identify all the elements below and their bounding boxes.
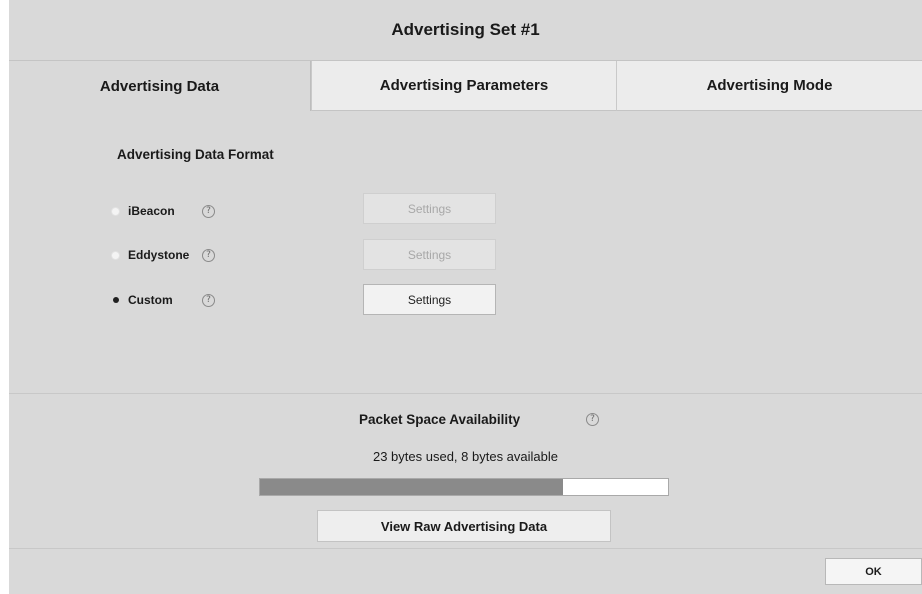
progress-fill bbox=[260, 479, 563, 495]
footer-divider bbox=[9, 548, 922, 549]
section-divider bbox=[9, 393, 922, 394]
radio-ibeacon[interactable] bbox=[111, 206, 120, 216]
packet-space-progress-bar bbox=[259, 478, 669, 496]
radio-option-eddystone[interactable]: Eddystone ? bbox=[111, 240, 215, 270]
eddystone-settings-button[interactable]: Settings bbox=[363, 239, 496, 270]
help-circle-icon[interactable]: ? bbox=[586, 413, 599, 426]
custom-settings-button[interactable]: Settings bbox=[363, 284, 496, 315]
dialog-title: Advertising Set #1 bbox=[391, 20, 540, 39]
format-heading: Advertising Data Format bbox=[117, 147, 274, 162]
radio-label-custom: Custom bbox=[128, 293, 173, 307]
advertising-set-dialog: Advertising Set #1 Advertising Data Adve… bbox=[9, 0, 922, 594]
radio-label-ibeacon: iBeacon bbox=[128, 204, 175, 218]
help-circle-icon[interactable]: ? bbox=[202, 204, 215, 218]
tab-advertising-data[interactable]: Advertising Data bbox=[9, 61, 311, 111]
radio-option-ibeacon[interactable]: iBeacon ? bbox=[111, 196, 215, 226]
packet-status-text: 23 bytes used, 8 bytes available bbox=[372, 449, 558, 464]
packet-space-status: 23 bytes used, 8 bytes available bbox=[9, 449, 922, 464]
radio-label-eddystone: Eddystone bbox=[128, 248, 190, 262]
view-raw-advertising-data-button[interactable]: View Raw Advertising Data bbox=[317, 510, 611, 542]
ok-button[interactable]: OK bbox=[825, 558, 922, 585]
help-circle-icon[interactable]: ? bbox=[202, 248, 215, 262]
tab-advertising-mode[interactable]: Advertising Mode bbox=[616, 61, 922, 111]
radio-option-custom[interactable]: Custom ? bbox=[111, 285, 215, 315]
tab-advertising-parameters[interactable]: Advertising Parameters bbox=[311, 61, 616, 111]
packet-space-title: Packet Space Availability bbox=[359, 412, 521, 427]
window-left-edge bbox=[0, 0, 9, 594]
radio-custom[interactable] bbox=[111, 295, 120, 305]
ibeacon-settings-button[interactable]: Settings bbox=[363, 193, 496, 224]
tab-bar: Advertising Data Advertising Parameters … bbox=[9, 60, 922, 111]
radio-eddystone[interactable] bbox=[111, 250, 120, 260]
help-circle-icon[interactable]: ? bbox=[202, 293, 215, 307]
